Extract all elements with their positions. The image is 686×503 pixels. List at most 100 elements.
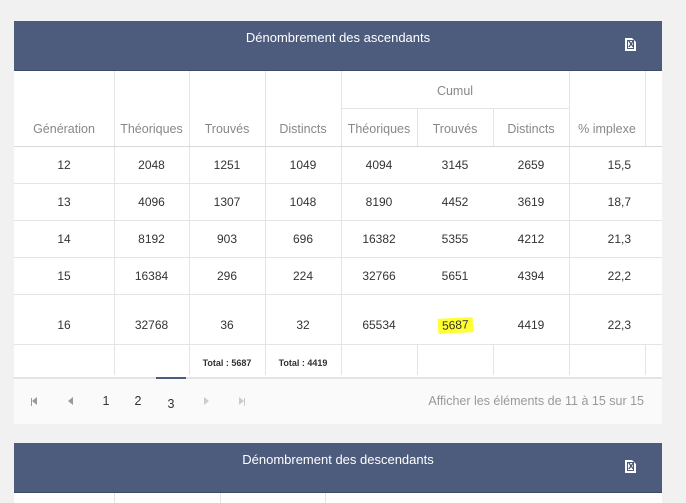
descendants-title: Dénombrement des descendants [242,452,434,467]
cell-value: 296 [216,269,238,283]
cell-cumul-distincts: 4212 [493,221,569,257]
cell-value: 16384 [134,269,169,283]
cell-value: 16382 [362,232,396,246]
cell-value: 13 [57,195,71,209]
cell-trouves: 296 [189,258,265,294]
cell-implexe: 21,3 [569,221,631,257]
cell-value: 18,7 [607,195,631,209]
cell-distincts: 1049 [265,147,341,183]
cell-value: 4419 [517,318,545,332]
header-cumul: Cumul [436,84,474,98]
next-page-button[interactable] [196,391,216,411]
cell-value: 1307 [213,195,241,209]
cell-value: 1251 [213,158,241,172]
cell-cumul-trouves: 3145 [417,147,493,183]
cell-cumul-theoriques: 16382 [341,221,417,257]
cell-cumul-trouves: 5687 [417,307,493,343]
header-trouves[interactable]: Trouvés [189,111,265,147]
cell-trouves: 1307 [189,184,265,220]
ascendants-title: Dénombrement des ascendants [245,30,431,45]
page-1-button[interactable]: 1 [96,391,116,411]
header-cumul-theoriques[interactable]: Théoriques [341,111,417,147]
last-page-button[interactable] [232,391,252,411]
cell-value: 36 [220,318,234,332]
cell-implexe: 15,5 [569,147,631,183]
cell-theoriques: 32768 [114,307,189,343]
first-page-button[interactable] [24,391,44,411]
cell-value: 4212 [517,232,545,246]
cell-cumul-trouves: 4452 [417,184,493,220]
cell-value: 4394 [517,269,545,283]
ascendants-header: Dénombrement des ascendants X [14,21,662,71]
cell-value: 1049 [289,158,317,172]
cell-trouves: 36 [189,307,265,343]
descendants-header: Dénombrement des descendants X [14,443,662,493]
cell-value: 32766 [362,269,396,283]
cell-cumul-trouves: 5651 [417,258,493,294]
cell-value: 4096 [138,195,165,209]
header-theoriques[interactable]: Théoriques [114,111,189,147]
cell-value: 2048 [138,158,165,172]
cell-generation: 12 [14,147,114,183]
descendants-panel: Dénombrement des descendants X [14,443,662,503]
cell-cumul-theoriques: 8190 [341,184,417,220]
cell-implexe: 22,3 [569,307,631,343]
cell-generation: 15 [14,258,114,294]
cell-value: 15,5 [607,158,631,172]
header-distincts[interactable]: Distincts [265,111,341,147]
cell-value: 4094 [365,158,393,172]
cell-cumul-theoriques: 65534 [341,307,417,343]
cell-value: 16 [57,318,71,332]
cell-value: 8192 [138,232,165,246]
header-generation[interactable]: Génération [14,111,114,147]
header-cumul-distincts[interactable]: Distincts [493,111,569,147]
cell-value: 65534 [362,318,396,332]
prev-page-button[interactable] [60,391,80,411]
excel-export-icon[interactable]: X [625,460,636,473]
cell-cumul-theoriques: 4094 [341,147,417,183]
ascendants-panel: Dénombrement des ascendants X Cumul Géné… [14,21,662,424]
excel-export-icon[interactable]: X [625,38,636,51]
cell-value: 1048 [289,195,317,209]
cell-theoriques: 2048 [114,147,189,183]
cell-cumul-theoriques: 32766 [341,258,417,294]
cell-value: 5355 [441,232,469,246]
cell-value: 224 [292,269,314,283]
cell-value: 696 [292,232,314,246]
cell-generation: 16 [14,307,114,343]
total-trouves: Total : 5687 [202,358,252,368]
cell-distincts: 696 [265,221,341,257]
cell-value: 3145 [441,158,469,172]
cell-value: 3619 [517,195,545,209]
cell-value: 903 [216,232,238,246]
cell-distincts: 1048 [265,184,341,220]
cell-cumul-distincts: 4419 [493,307,569,343]
header-cumul-trouves[interactable]: Trouvés [417,111,493,147]
cell-value: 22,3 [607,318,631,332]
cell-theoriques: 8192 [114,221,189,257]
cell-value: 22,2 [607,269,631,283]
page-3-button[interactable]: 3 [156,377,186,413]
pager-info: Afficher les éléments de 11 à 15 sur 15 [428,394,644,408]
cell-implexe: 22,2 [569,258,631,294]
cell-value: 14 [57,232,71,246]
header-implexe[interactable]: % implexe [569,111,645,147]
cell-cumul-distincts: 3619 [493,184,569,220]
cell-trouves: 903 [189,221,265,257]
cell-theoriques: 16384 [114,258,189,294]
cell-value: 32 [296,318,310,332]
cell-value: 5687 [437,317,473,334]
pager: 1 2 3 Afficher les éléments de 11 à 15 s… [14,377,662,424]
cell-distincts: 32 [265,307,341,343]
cell-cumul-distincts: 2659 [493,147,569,183]
cell-distincts: 224 [265,258,341,294]
page-2-button[interactable]: 2 [128,391,148,411]
cell-value: 2659 [517,158,545,172]
cell-value: 12 [57,158,71,172]
cell-generation: 14 [14,221,114,257]
cell-value: 8190 [365,195,393,209]
cell-generation: 13 [14,184,114,220]
cell-value: 21,3 [607,232,631,246]
cell-implexe: 18,7 [569,184,631,220]
cell-cumul-distincts: 4394 [493,258,569,294]
